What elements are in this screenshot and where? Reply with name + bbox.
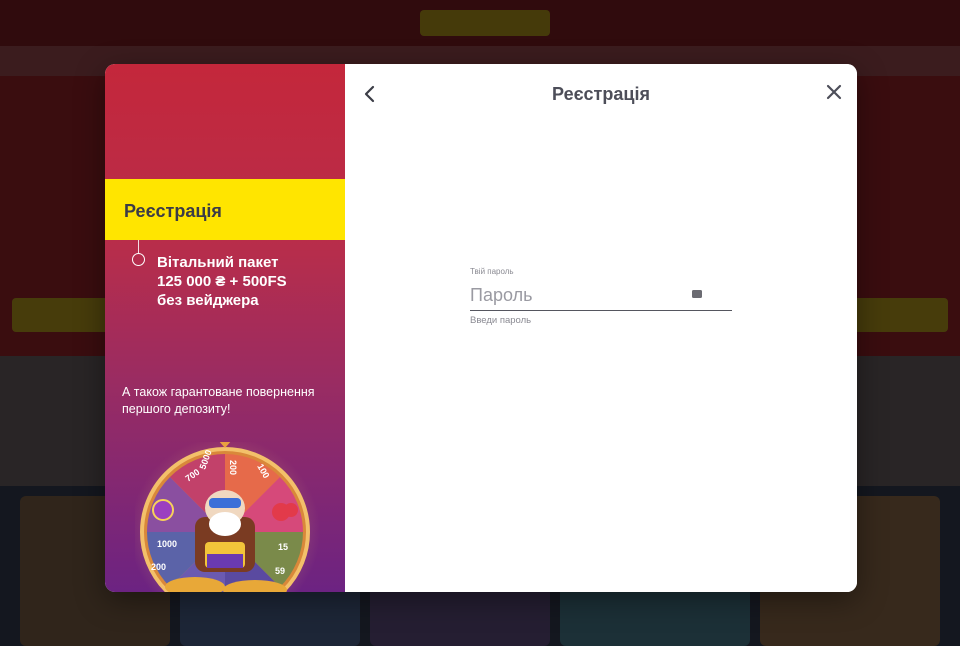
registration-modal: Реєстрація Вітальний пакет 125 000 ₴ + 5… — [105, 64, 857, 592]
fortune-wheel-illustration: 700 5000 200 100 1000 200 15 59 — [130, 437, 320, 592]
promo-title: Реєстрація — [105, 179, 345, 240]
close-icon — [826, 84, 842, 100]
promo-connector — [138, 240, 139, 254]
form-pane: Реєстрація Твій пароль Введи пароль — [345, 64, 857, 592]
promo-panel: Реєстрація Вітальний пакет 125 000 ₴ + 5… — [105, 64, 345, 592]
wheel-label: 15 — [278, 542, 288, 552]
password-hint: Введи пароль — [470, 315, 532, 326]
wheel-label: 200 — [151, 562, 166, 572]
fortune-wheel-image: 700 5000 200 100 1000 200 15 59 — [130, 437, 335, 592]
password-input[interactable] — [470, 285, 685, 306]
promo-bullet — [132, 253, 145, 266]
password-toggle-icon[interactable] — [692, 286, 702, 298]
bonus-line: 125 000 ₴ + 500FS — [157, 273, 287, 290]
modal-title: Реєстрація — [552, 84, 650, 104]
password-input-row — [470, 279, 732, 311]
wheel-label: 200 — [228, 460, 238, 475]
promo-subtitle: А також гарантоване повернення першого д… — [122, 385, 315, 416]
wheel-label: 59 — [275, 566, 285, 576]
password-label: Твій пароль — [470, 267, 514, 276]
wheel-label: 1000 — [157, 539, 177, 549]
promo-bonus-text: Вітальний пакет 125 000 ₴ + 500FS без ве… — [157, 253, 337, 310]
bonus-line: Вітальний пакет — [157, 254, 279, 271]
close-button[interactable] — [823, 81, 845, 103]
password-field: Твій пароль Введи пароль — [470, 267, 732, 326]
bonus-line: без вейджера — [157, 292, 259, 309]
